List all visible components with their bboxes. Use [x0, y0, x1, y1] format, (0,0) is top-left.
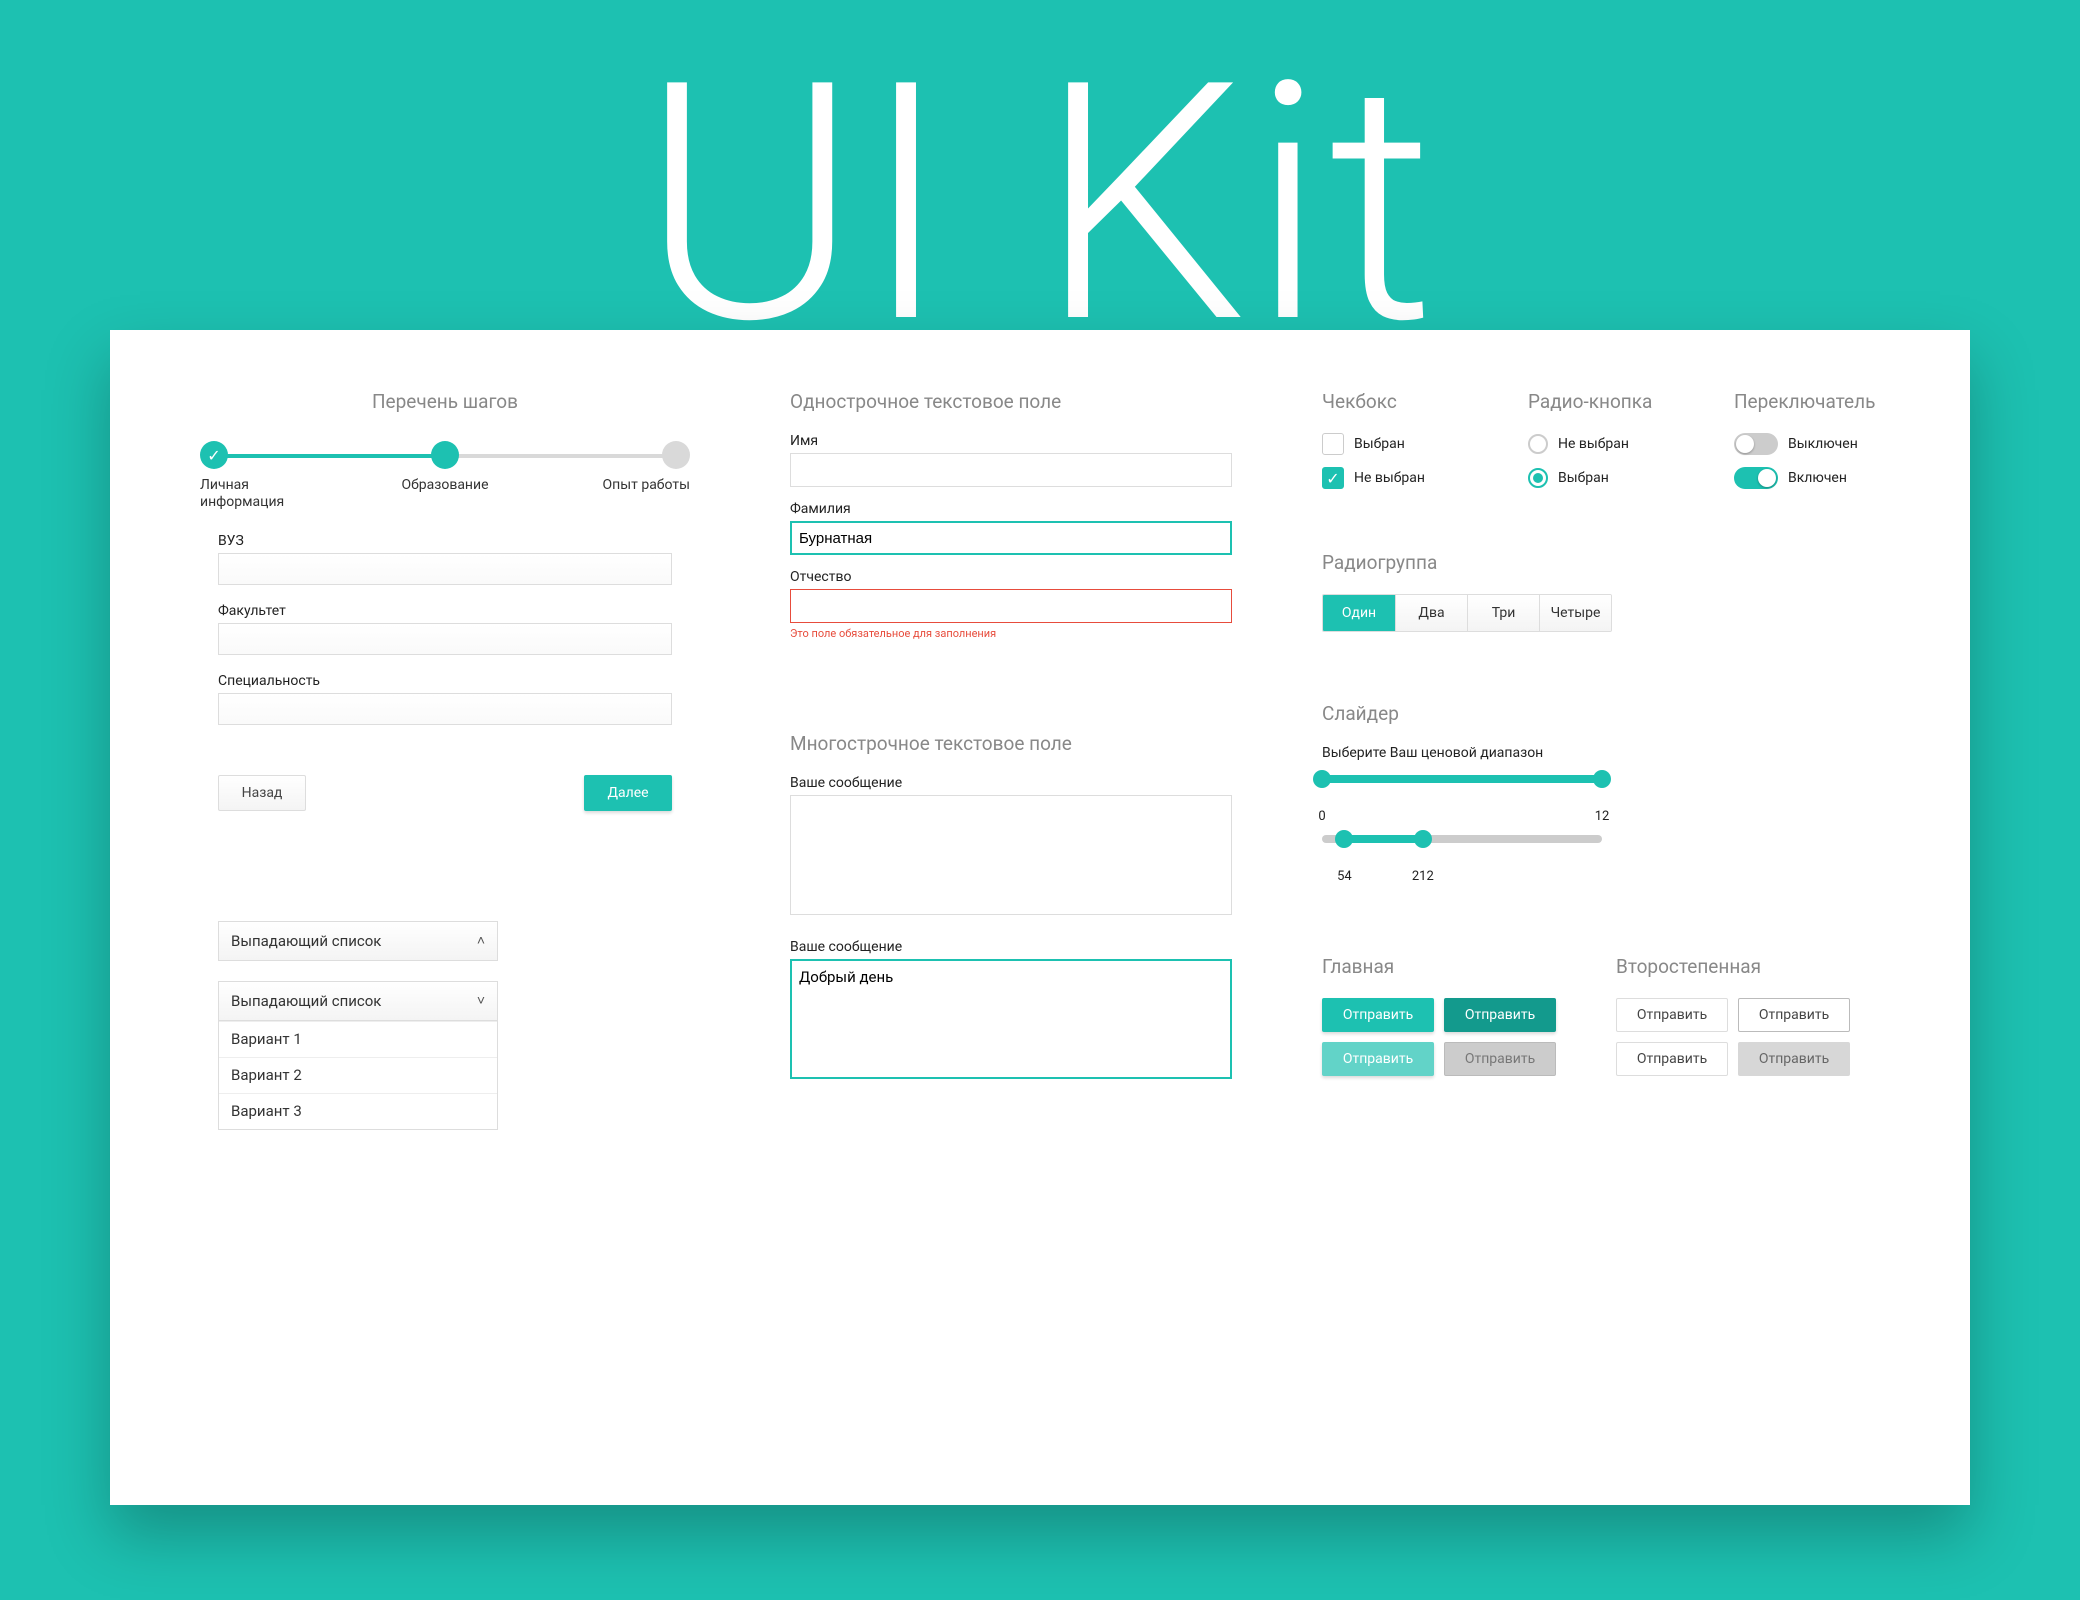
- radio-checked[interactable]: [1528, 468, 1548, 488]
- submit-button-disabled: Отправить: [1444, 1042, 1556, 1076]
- message-label: Ваше сообщение: [790, 775, 1232, 791]
- name-label: Имя: [790, 433, 1232, 449]
- slider-thumb[interactable]: [1414, 830, 1432, 848]
- slider-value: 0: [1318, 809, 1325, 824]
- next-button[interactable]: Далее: [584, 775, 672, 811]
- faculty-label: Факультет: [218, 603, 672, 619]
- surname-input[interactable]: [790, 521, 1232, 555]
- slider-thumb[interactable]: [1335, 830, 1353, 848]
- radiogroup-title: Радиогруппа: [1322, 551, 1890, 574]
- submit-button-hover[interactable]: Отправить: [1444, 998, 1556, 1032]
- dropdown-option[interactable]: Вариант 2: [219, 1057, 497, 1093]
- step-education[interactable]: Образование: [390, 441, 500, 511]
- dropdown-label: Выпадающий список: [231, 992, 381, 1010]
- column-text-fields: Однострочное текстовое поле Имя Фамилия …: [790, 390, 1232, 1465]
- speciality-input[interactable]: [218, 693, 672, 725]
- radio-label: Не выбран: [1558, 436, 1629, 452]
- submit-button-secondary-disabled: Отправить: [1738, 1042, 1850, 1076]
- university-label: ВУЗ: [218, 533, 672, 549]
- textfield-title: Однострочное текстовое поле: [790, 390, 1232, 413]
- submit-button-secondary-hover[interactable]: Отправить: [1738, 998, 1850, 1032]
- dropdown-expanded: Выпадающий список ˅ Вариант 1 Вариант 2 …: [218, 981, 498, 1130]
- column-stepper-forms: Перечень шагов ✓ Личная информация Образ…: [190, 390, 700, 1465]
- dropdown-option[interactable]: Вариант 1: [219, 1021, 497, 1057]
- message-label: Ваше сообщение: [790, 939, 1232, 955]
- message-textarea-empty[interactable]: [790, 795, 1232, 915]
- toggle-off[interactable]: [1734, 433, 1778, 455]
- slider-value: 12: [1595, 809, 1610, 824]
- patronymic-label: Отчество: [790, 569, 1232, 585]
- patronymic-input[interactable]: [790, 589, 1232, 623]
- submit-button-secondary[interactable]: Отправить: [1616, 998, 1728, 1032]
- column-controls: Чекбокс Выбран ✓ Не выбран Радио-кнопка …: [1322, 390, 1890, 1465]
- checkbox-label: Выбран: [1354, 436, 1405, 452]
- submit-button[interactable]: Отправить: [1322, 998, 1434, 1032]
- dropdown-option[interactable]: Вариант 3: [219, 1093, 497, 1129]
- seg-option[interactable]: Один: [1323, 595, 1395, 631]
- message-textarea-filled[interactable]: [790, 959, 1232, 1079]
- stepper-title: Перечень шагов: [190, 390, 700, 413]
- checkbox-block: Чекбокс Выбран ✓ Не выбран: [1322, 390, 1478, 501]
- submit-button-active[interactable]: Отправить: [1322, 1042, 1434, 1076]
- radio-block: Радио-кнопка Не выбран Выбран: [1528, 390, 1684, 501]
- university-input[interactable]: [218, 553, 672, 585]
- slider-thumb[interactable]: [1313, 770, 1331, 788]
- toggle-on[interactable]: [1734, 467, 1778, 489]
- chevron-up-icon: ˄: [477, 932, 485, 949]
- toggle-label: Выключен: [1788, 436, 1858, 452]
- step-experience[interactable]: Опыт работы: [580, 441, 690, 511]
- name-input[interactable]: [790, 453, 1232, 487]
- toggle-label: Включен: [1788, 470, 1847, 486]
- seg-option[interactable]: Два: [1395, 595, 1467, 631]
- secondary-buttons-block: Второстепенная Отправить Отправить Отпра…: [1616, 955, 1850, 1076]
- segmented-control: Один Два Три Четыре: [1322, 594, 1612, 632]
- stepper: ✓ Личная информация Образование Опыт раб…: [200, 441, 690, 511]
- step-dot-icon: [431, 441, 459, 469]
- ui-kit-panel: Перечень шагов ✓ Личная информация Образ…: [110, 330, 1970, 1505]
- toggle-block: Переключатель Выключен Включен: [1734, 390, 1890, 501]
- checkbox-checked[interactable]: ✓: [1322, 467, 1344, 489]
- radio-label: Выбран: [1558, 470, 1609, 486]
- price-slider-2[interactable]: [1322, 835, 1602, 843]
- price-slider-1[interactable]: [1322, 775, 1602, 783]
- submit-button-secondary-active[interactable]: Отправить: [1616, 1042, 1728, 1076]
- step-personal[interactable]: ✓ Личная информация: [200, 441, 310, 511]
- faculty-input[interactable]: [218, 623, 672, 655]
- back-button[interactable]: Назад: [218, 775, 306, 811]
- multiline-title: Многострочное текстовое поле: [790, 732, 1232, 755]
- seg-option[interactable]: Три: [1467, 595, 1539, 631]
- slider-caption: Выберите Ваш ценовой диапазон: [1322, 745, 1890, 761]
- seg-option[interactable]: Четыре: [1539, 595, 1611, 631]
- radio-unchecked[interactable]: [1528, 434, 1548, 454]
- slider-value: 212: [1412, 869, 1434, 884]
- slider-thumb[interactable]: [1593, 770, 1611, 788]
- slider-value: 54: [1337, 869, 1352, 884]
- speciality-label: Специальность: [218, 673, 672, 689]
- surname-label: Фамилия: [790, 501, 1232, 517]
- dropdown-label: Выпадающий список: [231, 932, 381, 950]
- chevron-down-icon: ˅: [477, 992, 485, 1009]
- slider-title: Слайдер: [1322, 702, 1890, 725]
- dropdown-collapsed[interactable]: Выпадающий список ˄: [218, 921, 498, 961]
- dropdown-toggle[interactable]: Выпадающий список ˅: [218, 981, 498, 1021]
- checkbox-label: Не выбран: [1354, 470, 1425, 486]
- error-message: Это поле обязательное для заполнения: [790, 627, 1232, 640]
- checkbox-unchecked[interactable]: [1322, 433, 1344, 455]
- check-icon: ✓: [200, 441, 228, 469]
- hero-title: UI Kit: [0, 40, 2080, 370]
- primary-buttons-block: Главная Отправить Отправить Отправить От…: [1322, 955, 1556, 1076]
- step-dot-icon: [662, 441, 690, 469]
